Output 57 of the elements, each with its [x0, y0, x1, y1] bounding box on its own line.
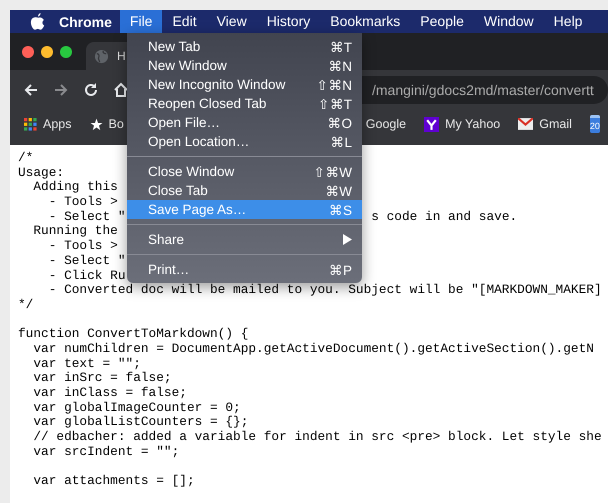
menu-item[interactable]: Close Window ⇧⌘W	[127, 162, 362, 181]
bookmark[interactable]: Google	[366, 117, 406, 131]
submenu-arrow-icon	[343, 234, 352, 245]
code-line: var globalListCounters = {};	[32, 415, 248, 430]
menu-title[interactable]: Window	[474, 10, 544, 33]
y-logo-icon	[424, 116, 440, 132]
menu-title[interactable]: People	[410, 10, 474, 33]
star-icon	[90, 118, 102, 130]
code-line: Adding this	[32, 180, 118, 196]
apps-grid-icon	[24, 118, 37, 130]
menu-title[interactable]: History	[256, 10, 320, 33]
bookmark[interactable]: Apps	[24, 117, 72, 131]
menu-item[interactable]: Open File… ⌘O	[127, 113, 362, 132]
code-line: /*	[18, 151, 34, 166]
menu-title[interactable]: File	[120, 10, 162, 33]
bookmark[interactable]: My Yahoo	[424, 116, 500, 132]
code-line: - Select "	[48, 210, 126, 224]
code-line: - Select "	[48, 254, 126, 268]
code-line: function ConvertToMarkdown() {	[18, 327, 248, 342]
code-line: var text = "";	[32, 356, 141, 372]
menu-item[interactable]: Close Tab ⌘W	[127, 181, 362, 200]
menu-title[interactable]: Help	[544, 10, 592, 33]
menu-item[interactable]: New Window ⌘N	[127, 56, 362, 75]
code-line: - Tools >	[48, 195, 118, 210]
app-menu[interactable]: Chrome	[59, 14, 112, 30]
menu-item[interactable]: Share	[127, 230, 362, 249]
home-icon[interactable]	[112, 81, 130, 99]
bookmark[interactable]: Gmail	[518, 117, 572, 131]
code-line: var inSrc = false;	[32, 371, 172, 386]
code-line: - Tools >	[48, 239, 118, 254]
code-line: // edbacher: added a variable for indent in src <pre> block. Let style she	[32, 430, 602, 445]
code-line: Usage:	[18, 166, 64, 180]
menu-title[interactable]: Bookmarks	[320, 10, 410, 33]
menu-item[interactable]: Open Location… ⌘L	[127, 132, 362, 151]
apple-logo-icon[interactable]	[30, 13, 45, 30]
code-line: var globalImageCounter = 0;	[32, 400, 241, 416]
menu-title[interactable]: Edit	[162, 10, 207, 33]
bookmark[interactable]: Bo	[90, 117, 124, 131]
menu-item[interactable]: New Tab ⌘T	[127, 37, 362, 56]
code-line: - Click Ru	[48, 268, 126, 284]
code-line: var srcIndent = "";	[32, 444, 180, 460]
calendar-bookmark[interactable]: 20	[590, 115, 600, 133]
code-line: Running the	[32, 224, 118, 240]
globe-icon	[94, 48, 109, 64]
code-line: */	[18, 298, 34, 313]
code-line: var inClass = false;	[32, 386, 187, 401]
menu-item[interactable]: Print… ⌘P	[127, 260, 362, 279]
minimize-button[interactable]	[41, 46, 53, 58]
reload-icon[interactable]	[82, 81, 100, 99]
close-button[interactable]	[22, 46, 34, 58]
code-line: - Converted doc will be mailed to you. Subject will be "[MARKDOWN_MAKER]	[48, 283, 602, 298]
code-line: s code in and save.	[371, 210, 518, 224]
zoom-button[interactable]	[60, 46, 72, 58]
code-line: var numChildren = DocumentApp.getActiveDocument().getActiveSection().getN	[32, 342, 594, 357]
envelope-icon	[518, 118, 534, 130]
menu-title[interactable]: View	[206, 10, 257, 33]
code-line: var attachments = [];	[32, 474, 195, 489]
